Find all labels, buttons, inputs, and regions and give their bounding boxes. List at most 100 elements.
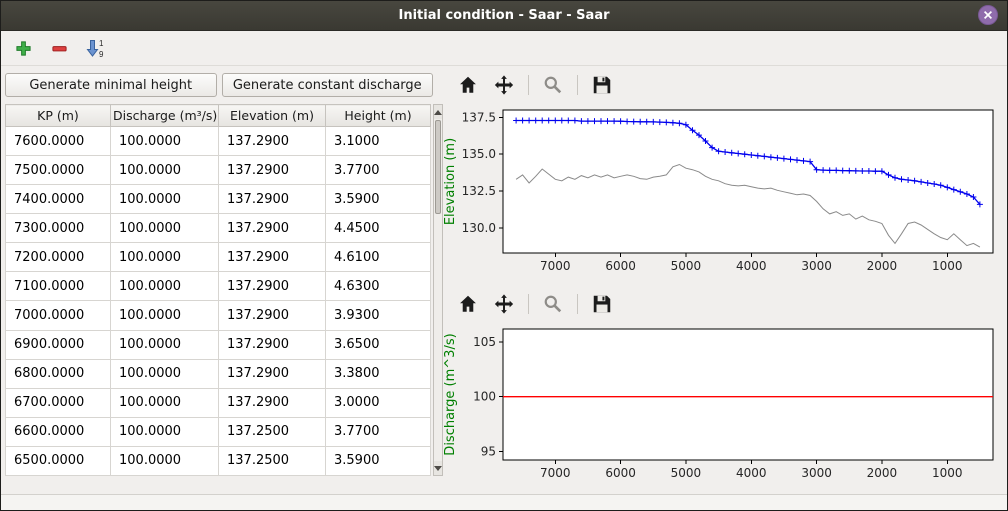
table-cell[interactable]: 100.0000 [111, 156, 219, 185]
discharge-save-button[interactable] [587, 291, 617, 317]
table-cell[interactable]: 6800.0000 [6, 359, 111, 388]
table-cell[interactable]: 137.2500 [219, 446, 326, 475]
content-area: Generate minimal height Generate constan… [1, 66, 1007, 494]
table-cell[interactable]: 100.0000 [111, 388, 219, 417]
add-row-button[interactable] [9, 35, 37, 61]
table-cell[interactable]: 100.0000 [111, 185, 219, 214]
table-cell[interactable]: 100.0000 [111, 330, 219, 359]
table-cell[interactable]: 3.3800 [326, 359, 431, 388]
column-header[interactable]: Elevation (m) [219, 105, 326, 127]
minus-icon [51, 40, 68, 57]
discharge-pan-button[interactable] [489, 291, 519, 317]
generate-minimal-height-button[interactable]: Generate minimal height [5, 73, 217, 97]
discharge-zoom-button[interactable] [538, 291, 568, 317]
table-vertical-scrollbar[interactable] [433, 104, 443, 476]
remove-row-button[interactable] [45, 35, 73, 61]
column-header[interactable]: KP (m) [6, 105, 111, 127]
svg-text:7000: 7000 [540, 466, 571, 480]
table-cell[interactable]: 3.5900 [326, 185, 431, 214]
column-header[interactable]: Height (m) [326, 105, 431, 127]
zoom-icon [542, 293, 564, 315]
table-cell[interactable]: 7500.0000 [6, 156, 111, 185]
table-cell[interactable]: 100.0000 [111, 243, 219, 272]
table-cell[interactable]: 6500.0000 [6, 446, 111, 475]
table-cell[interactable]: 7300.0000 [6, 214, 111, 243]
table-cell[interactable]: 100.0000 [111, 446, 219, 475]
table-cell[interactable]: 100.0000 [111, 127, 219, 156]
elevation-zoom-button[interactable] [538, 72, 568, 98]
table-cell[interactable]: 3.0000 [326, 388, 431, 417]
elevation-plot-canvas[interactable]: 7000600050004000300020001000130.0132.513… [441, 103, 1001, 283]
table-cell[interactable]: 3.6500 [326, 330, 431, 359]
table-cell[interactable]: 7100.0000 [6, 272, 111, 301]
table-cell[interactable]: 137.2900 [219, 185, 326, 214]
table-cell[interactable]: 6900.0000 [6, 330, 111, 359]
close-icon [983, 10, 993, 20]
initial-condition-table: KP (m)Discharge (m³/s)Elevation (m)Heigh… [5, 104, 431, 476]
home-icon [457, 293, 479, 315]
column-header[interactable]: Discharge (m³/s) [111, 105, 219, 127]
discharge-home-button[interactable] [453, 291, 483, 317]
sort-button[interactable]: 1 9 [81, 35, 109, 61]
table-cell[interactable]: 137.2500 [219, 417, 326, 446]
generate-constant-discharge-button[interactable]: Generate constant discharge [222, 73, 434, 97]
svg-text:1: 1 [99, 39, 104, 48]
toolbar-separator [577, 294, 578, 314]
table-cell[interactable]: 3.5900 [326, 446, 431, 475]
table-cell[interactable]: 137.2900 [219, 243, 326, 272]
save-icon [591, 293, 613, 315]
table-cell[interactable]: 137.2900 [219, 127, 326, 156]
titlebar[interactable]: Initial condition - Saar - Saar [1, 1, 1007, 31]
svg-text:4000: 4000 [736, 466, 767, 480]
table-cell[interactable]: 4.6300 [326, 272, 431, 301]
table-cell[interactable]: 100.0000 [111, 301, 219, 330]
table-cell[interactable]: 100.0000 [111, 417, 219, 446]
pan-icon [493, 293, 515, 315]
table-cell[interactable]: 100.0000 [111, 272, 219, 301]
table-cell[interactable]: 4.6100 [326, 243, 431, 272]
svg-text:1000: 1000 [932, 259, 963, 273]
scrollbar-thumb[interactable] [435, 120, 441, 214]
table-cell[interactable]: 100.0000 [111, 214, 219, 243]
discharge-plot-canvas[interactable]: 700060005000400030002000100095100105Disc… [441, 322, 1001, 490]
table-cell[interactable]: 137.2900 [219, 359, 326, 388]
table-cell[interactable]: 3.7700 [326, 156, 431, 185]
discharge-plot-toolbar [441, 289, 1001, 319]
table-cell[interactable]: 3.7700 [326, 417, 431, 446]
table-cell[interactable]: 6600.0000 [6, 417, 111, 446]
table-cell[interactable]: 100.0000 [111, 359, 219, 388]
elevation-home-button[interactable] [453, 72, 483, 98]
table-cell[interactable]: 3.1000 [326, 127, 431, 156]
table-row: 7300.0000100.0000137.29004.4500 [6, 214, 431, 243]
elevation-save-button[interactable] [587, 72, 617, 98]
table-cell[interactable]: 137.2900 [219, 301, 326, 330]
table-row: 7400.0000100.0000137.29003.5900 [6, 185, 431, 214]
left-panel: Generate minimal height Generate constan… [1, 66, 437, 494]
table-cell[interactable]: 7400.0000 [6, 185, 111, 214]
scrollbar-track[interactable] [434, 119, 442, 461]
table-cell[interactable]: 137.2900 [219, 214, 326, 243]
svg-text:Elevation (m): Elevation (m) [443, 138, 458, 225]
table-cell[interactable]: 137.2900 [219, 272, 326, 301]
svg-text:7000: 7000 [540, 259, 571, 273]
table-cell[interactable]: 4.4500 [326, 214, 431, 243]
toolbar-separator [577, 75, 578, 95]
table-cell[interactable]: 7000.0000 [6, 301, 111, 330]
table-cell[interactable]: 7200.0000 [6, 243, 111, 272]
svg-text:135.0: 135.0 [462, 147, 496, 161]
svg-text:2000: 2000 [867, 466, 898, 480]
close-button[interactable] [978, 5, 998, 25]
home-icon [457, 74, 479, 96]
table-row: 7500.0000100.0000137.29003.7700 [6, 156, 431, 185]
table-cell[interactable]: 6700.0000 [6, 388, 111, 417]
pan-icon [493, 74, 515, 96]
table-cell[interactable]: 3.9300 [326, 301, 431, 330]
table-cell[interactable]: 137.2900 [219, 156, 326, 185]
table-row: 7200.0000100.0000137.29004.6100 [6, 243, 431, 272]
svg-text:105: 105 [473, 335, 496, 349]
table-cell[interactable]: 137.2900 [219, 388, 326, 417]
table-row: 6500.0000100.0000137.25003.5900 [6, 446, 431, 475]
table-cell[interactable]: 7600.0000 [6, 127, 111, 156]
table-cell[interactable]: 137.2900 [219, 330, 326, 359]
elevation-pan-button[interactable] [489, 72, 519, 98]
